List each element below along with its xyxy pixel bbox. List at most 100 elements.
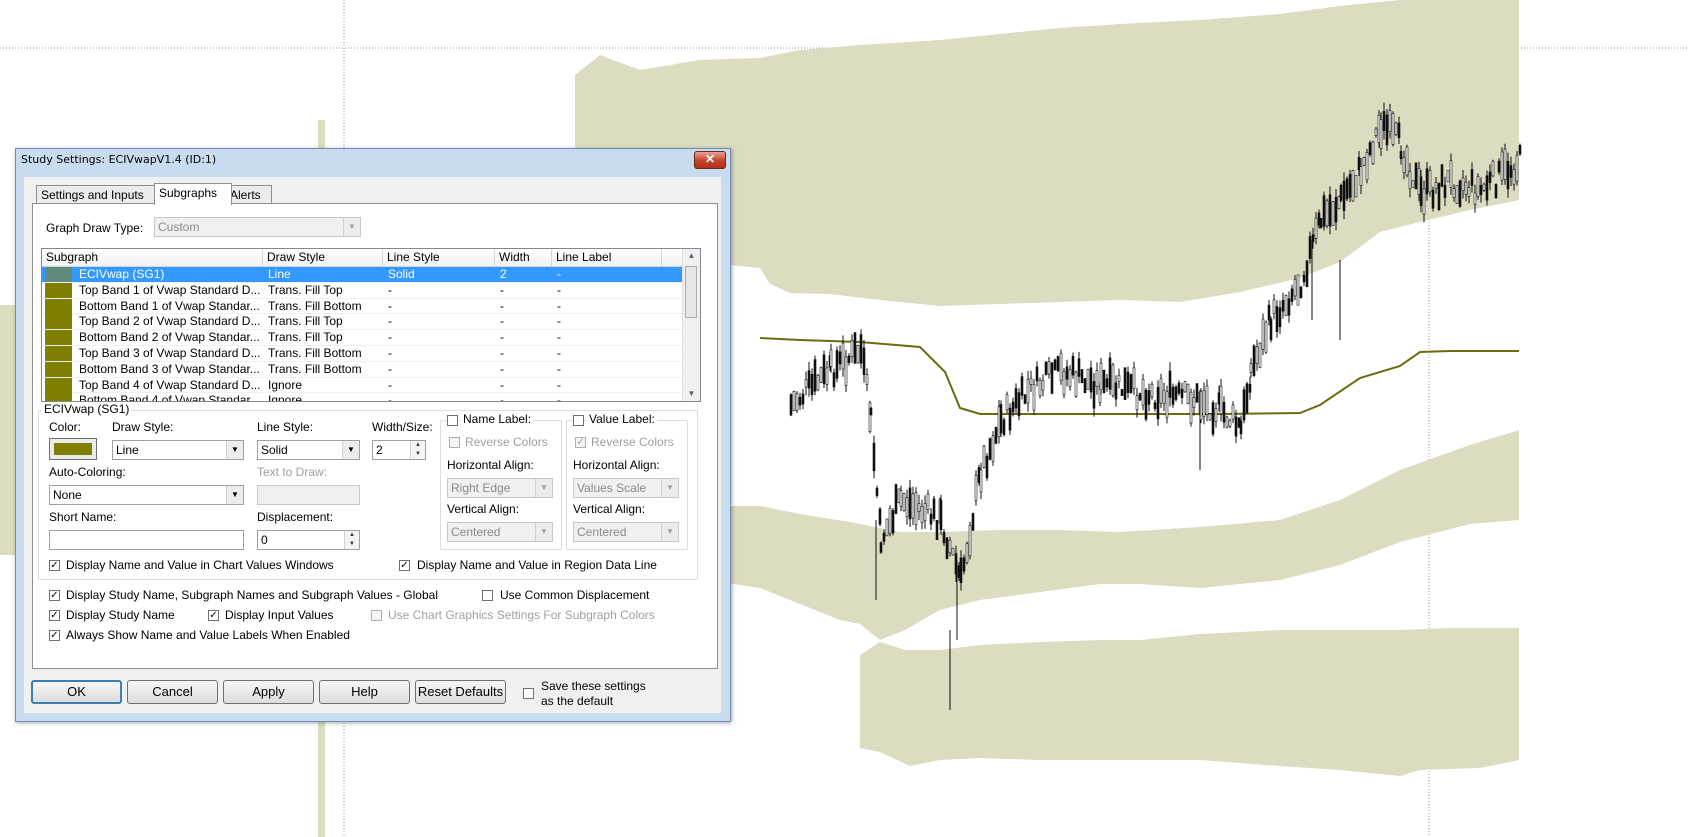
col-draw-style[interactable]: Draw Style: [263, 249, 383, 266]
col-width[interactable]: Width: [495, 249, 552, 266]
candle-body: [951, 547, 955, 556]
candle-body: [1177, 382, 1181, 394]
value-label-title: Value Label:: [587, 412, 657, 426]
spinner-arrows-icon[interactable]: ▲ ▼: [344, 531, 359, 549]
value-h-align-select: Values Scale ▼: [573, 478, 679, 498]
help-button[interactable]: Help: [319, 680, 410, 704]
candle-body: [1509, 165, 1513, 178]
candle-body: [1397, 122, 1401, 139]
use-chart-graphics-checkbox: [371, 610, 382, 621]
table-cell: Bottom Band 3 of Vwap Standar...: [79, 361, 260, 376]
tab-settings-and-inputs[interactable]: Settings and Inputs: [36, 185, 158, 204]
value-label-checkbox[interactable]: [573, 415, 584, 426]
always-show-labels-checkbox[interactable]: ✓: [49, 630, 60, 641]
candle-body: [1512, 169, 1516, 185]
name-label-checkbox[interactable]: [447, 415, 458, 426]
display-study-name-checkbox[interactable]: ✓: [49, 610, 60, 621]
table-row[interactable]: Top Band 4 of Vwap Standard D... Ignore - -…: [42, 377, 682, 394]
col-line-style[interactable]: Line Style: [383, 249, 495, 266]
candle-body: [1147, 390, 1151, 405]
candle-body: [1186, 383, 1190, 404]
row-color-swatch: [45, 330, 72, 346]
table-row[interactable]: Top Band 1 of Vwap Standard D... Trans. F…: [42, 282, 682, 299]
table-row[interactable]: Bottom Band 2 of Vwap Standar... Trans. F…: [42, 330, 682, 346]
scroll-thumb[interactable]: [685, 266, 697, 318]
candle-body: [835, 350, 839, 379]
apply-button[interactable]: Apply: [223, 680, 314, 704]
table-cell: Line: [268, 267, 291, 281]
table-cell: -: [500, 282, 504, 297]
display-in-values-windows-checkbox[interactable]: ✓: [49, 560, 60, 571]
row-color-swatch: [45, 314, 72, 330]
candle-body: [1272, 299, 1276, 314]
col-subgraph[interactable]: Subgraph: [42, 249, 263, 266]
short-name-label: Short Name:: [49, 510, 117, 524]
dialog-titlebar[interactable]: Study Settings: ECIVwapV1.4 (ID:1) ✕: [16, 149, 730, 171]
candle-body: [1026, 379, 1030, 404]
candle-body: [1452, 188, 1456, 198]
candle-body: [1419, 176, 1423, 206]
auto-coloring-select[interactable]: None ▼: [49, 485, 244, 505]
tab-alerts[interactable]: Alerts: [225, 185, 272, 204]
table-row[interactable]: Top Band 2 of Vwap Standard D... Trans. F…: [42, 314, 682, 331]
candle-body: [1234, 416, 1238, 437]
candle-body: [1002, 419, 1006, 435]
candle-body: [1411, 180, 1415, 188]
candle-body: [1047, 361, 1051, 375]
candle-body: [875, 487, 879, 496]
col-line-label[interactable]: Line Label: [552, 249, 662, 266]
candle-body: [882, 532, 886, 542]
table-row[interactable]: Top Band 3 of Vwap Standard D... Trans. F…: [42, 346, 682, 362]
displacement-spinner[interactable]: 0 ▲ ▼: [257, 530, 360, 550]
chevron-down-icon: ▼: [535, 479, 552, 497]
candle-body: [1491, 160, 1495, 177]
candle-body: [1071, 355, 1075, 376]
table-scrollbar[interactable]: ▲ ▼: [682, 249, 700, 401]
table-row[interactable]: ECIVwap (SG1) Line Solid 2 -: [42, 267, 682, 283]
draw-style-select[interactable]: Line ▼: [112, 440, 244, 460]
candle-body: [1473, 192, 1477, 205]
name-v-align-label: Vertical Align:: [447, 502, 520, 516]
candle-body: [1497, 160, 1501, 173]
candle-body: [789, 394, 793, 416]
candle-body: [1099, 362, 1103, 391]
candle-body: [1325, 200, 1329, 227]
display-global-checkbox[interactable]: ✓: [49, 590, 60, 601]
table-row[interactable]: Bottom Band 4 of Vwap Standar... Ignore - -…: [42, 393, 682, 401]
candle-body: [974, 475, 978, 501]
scroll-up-icon[interactable]: ▲: [683, 249, 700, 263]
reset-defaults-button[interactable]: Reset Defaults: [415, 680, 506, 704]
color-button[interactable]: [49, 438, 97, 460]
subgraph-table[interactable]: Subgraph Draw Style Line Style Width Lin…: [41, 248, 701, 402]
tab-subgraphs[interactable]: Subgraphs: [154, 183, 232, 205]
spinner-arrows-icon[interactable]: ▲ ▼: [410, 441, 425, 459]
chevron-down-icon: ▼: [226, 441, 243, 459]
table-cell: -: [388, 361, 392, 376]
cancel-button[interactable]: Cancel: [127, 680, 218, 704]
candle-body: [1249, 363, 1253, 373]
table-row[interactable]: Bottom Band 1 of Vwap Standar... Trans. F…: [42, 298, 682, 315]
candle-body: [1354, 174, 1358, 198]
close-icon: ✕: [704, 152, 716, 166]
candle-body: [841, 342, 845, 370]
candle-body: [1275, 306, 1279, 332]
table-cell: Bottom Band 2 of Vwap Standar...: [79, 330, 260, 345]
line-style-select[interactable]: Solid ▼: [257, 440, 360, 460]
candle-body: [1132, 367, 1136, 389]
display-input-values-checkbox[interactable]: ✓: [208, 610, 219, 621]
subgraph-group-title: ECIVwap (SG1): [42, 402, 132, 416]
width-size-spinner[interactable]: 2 ▲ ▼: [372, 440, 426, 460]
short-name-input[interactable]: [49, 530, 244, 550]
table-row[interactable]: Bottom Band 3 of Vwap Standar... Trans. F…: [42, 361, 682, 378]
use-common-displacement-label: Use Common Displacement: [500, 588, 650, 602]
candle-body: [792, 391, 796, 411]
use-common-displacement-checkbox[interactable]: [482, 590, 493, 601]
candle-body: [1171, 386, 1175, 405]
close-button[interactable]: ✕: [694, 151, 726, 169]
save-as-default-checkbox[interactable]: [523, 688, 534, 699]
display-in-region-data-line-checkbox[interactable]: ✓: [399, 560, 410, 571]
scroll-down-icon[interactable]: ▼: [683, 387, 700, 401]
candle-body: [801, 393, 805, 405]
ok-button[interactable]: OK: [31, 680, 122, 704]
candle-body: [1500, 151, 1504, 181]
